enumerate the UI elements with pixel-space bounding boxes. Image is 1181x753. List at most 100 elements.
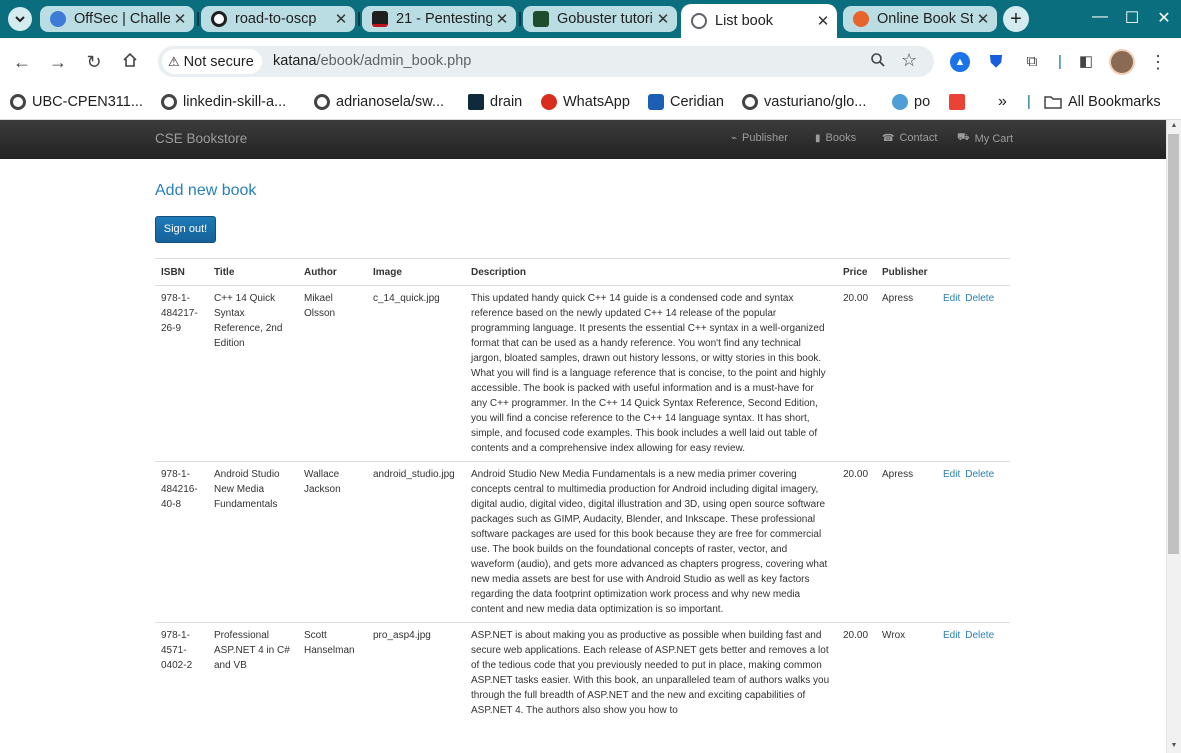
close-icon[interactable]: ✕ — [492, 10, 512, 28]
new-tab-button[interactable]: + — [1003, 6, 1029, 32]
price-cell: 20.00 — [837, 622, 876, 723]
site-brand[interactable]: CSE Bookstore — [155, 131, 247, 146]
edit-link[interactable]: Edit — [943, 469, 960, 480]
close-icon[interactable]: ✕ — [653, 10, 673, 28]
delete-link[interactable]: Delete — [965, 293, 994, 304]
back-button[interactable]: ← — [10, 50, 34, 74]
minimize-button[interactable]: — — [1088, 8, 1112, 26]
bookmarks-overflow-button[interactable]: » — [998, 90, 1007, 114]
nav-contact[interactable]: ☎ Contact — [882, 132, 937, 144]
column-header: Price — [837, 258, 876, 286]
close-icon[interactable]: ✕ — [170, 10, 190, 28]
description-cell: ASP.NET is about making you as productiv… — [465, 622, 837, 723]
bookmark-label: linkedin-skill-a... — [183, 94, 287, 110]
maximize-button[interactable]: ☐ — [1120, 8, 1144, 28]
table-row: 978-1-4571-0402-2 Professional ASP.NET 4… — [155, 622, 1010, 723]
tab-title: 21 - Pentesting MySQL — [396, 11, 492, 27]
gmail-icon — [949, 94, 965, 110]
security-chip[interactable]: ⚠ Not secure — [162, 49, 262, 74]
all-bookmarks-button[interactable]: All Bookmarks — [1044, 90, 1161, 114]
ceridian-icon — [648, 94, 664, 110]
tab-offsec[interactable]: OffSec | Challenges ✕ — [40, 6, 194, 32]
chevron-down-icon — [15, 16, 25, 23]
nav-cart-label: My Cart — [974, 132, 1014, 145]
close-icon[interactable]: ✕ — [973, 10, 993, 28]
home-icon — [123, 52, 137, 67]
url-text[interactable]: katana/ebook/admin_book.php — [273, 53, 471, 69]
column-header: ISBN — [155, 258, 208, 286]
nav-cart[interactable]: ⛟ My Cart — [957, 132, 1013, 145]
nav-publisher[interactable]: ⌁ Publisher — [731, 132, 788, 144]
close-icon[interactable]: ✕ — [813, 12, 833, 30]
books-table: ISBN Title Author Image Description Pric… — [155, 258, 1010, 723]
close-window-button[interactable]: ✕ — [1152, 8, 1176, 28]
tab-online-book-store[interactable]: Online Book Store ✕ — [843, 6, 997, 32]
tab-title: Online Book Store — [877, 11, 973, 27]
minimize-icon: — — [1092, 8, 1108, 25]
bookmark-item[interactable] — [949, 90, 971, 114]
tab-pentesting-mysql[interactable]: 21 - Pentesting MySQL ✕ — [362, 6, 516, 32]
title-cell: Android Studio New Media Fundamentals — [208, 461, 298, 623]
bookmark-item[interactable]: UBC-CPEN311... — [10, 90, 143, 114]
reload-button[interactable]: ↻ — [82, 50, 106, 74]
actions-cell: Edit Delete — [937, 461, 1010, 623]
github-icon — [314, 94, 330, 110]
image-cell: pro_asp4.jpg — [367, 622, 465, 723]
bitwarden-icon[interactable]: ⛊ — [986, 52, 1006, 72]
tab-title: OffSec | Challenges — [74, 11, 170, 27]
nav-books[interactable]: ▮ Books — [815, 132, 856, 144]
kebab-menu-icon[interactable]: ⋮ — [1148, 52, 1168, 72]
bookmark-item[interactable]: po — [892, 90, 930, 114]
maximize-icon: ☐ — [1124, 10, 1140, 27]
phone-icon: ☎ — [882, 132, 895, 144]
tab-search-button[interactable] — [8, 7, 32, 31]
cart-icon: ⛟ — [957, 132, 970, 143]
column-header: Title — [208, 258, 298, 286]
delete-link[interactable]: Delete — [965, 469, 994, 480]
bookmark-item[interactable]: adrianosela/sw... — [314, 90, 444, 114]
zoom-icon[interactable] — [870, 52, 886, 73]
sign-out-button[interactable]: Sign out! — [155, 216, 216, 243]
browser-toolbar: ← → ↻ ⚠ Not secure katana/ebook/admin_bo… — [0, 38, 1181, 86]
publisher-cell: Wrox — [876, 622, 937, 723]
tab-separator — [519, 12, 521, 26]
avatar[interactable] — [1109, 49, 1135, 75]
scroll-down-icon[interactable]: ▼ — [1169, 742, 1179, 749]
bookmark-item[interactable]: linkedin-skill-a... — [161, 90, 286, 114]
tab-gobuster[interactable]: Gobuster tutorial ✕ — [523, 6, 677, 32]
forward-button[interactable]: → — [46, 50, 70, 74]
puzzle-icon[interactable]: ⧉ — [1022, 52, 1042, 72]
tab-separator — [197, 12, 199, 26]
side-panel-icon[interactable]: ◧ — [1076, 52, 1096, 72]
edit-link[interactable]: Edit — [943, 293, 960, 304]
url-host: katana — [273, 53, 317, 69]
scrollbar-thumb[interactable] — [1168, 134, 1179, 554]
add-new-book-link[interactable]: Add new book — [155, 182, 256, 200]
arrow-left-icon: ← — [13, 52, 31, 72]
drain-icon — [468, 94, 484, 110]
table-row: 978-1-484217-26-9 C++ 14 Quick Syntax Re… — [155, 285, 1010, 462]
bookmark-item[interactable]: vasturiano/glo... — [742, 90, 866, 114]
edit-link[interactable]: Edit — [943, 630, 960, 641]
bookmark-star-icon[interactable]: ☆ — [901, 50, 917, 71]
exploitdb-icon — [853, 11, 869, 27]
home-button[interactable] — [118, 50, 142, 74]
tab-road-to-oscp[interactable]: road-to-oscp ✕ — [201, 6, 355, 32]
nav-contact-label: Contact — [899, 132, 938, 144]
description-cell: Android Studio New Media Fundamentals is… — [465, 461, 837, 623]
address-bar[interactable]: ⚠ Not secure katana/ebook/admin_book.php… — [158, 46, 934, 77]
folder-icon — [1044, 96, 1062, 109]
close-icon[interactable]: ✕ — [331, 10, 351, 28]
tab-list-book[interactable]: List book ✕ — [681, 4, 837, 38]
scroll-up-icon[interactable]: ▲ — [1169, 122, 1179, 129]
globe-icon — [691, 13, 707, 29]
delete-link[interactable]: Delete — [965, 630, 994, 641]
bookmark-item[interactable]: drain — [468, 90, 522, 114]
bookmark-item[interactable]: Ceridian — [648, 90, 724, 114]
github-icon — [211, 11, 227, 27]
warning-icon: ⚠ — [168, 53, 180, 69]
image-cell: c_14_quick.jpg — [367, 285, 465, 462]
bookmark-item[interactable]: WhatsApp — [541, 90, 630, 114]
extension-icon[interactable]: ▲ — [950, 52, 970, 72]
hacktricks-icon — [372, 11, 388, 27]
